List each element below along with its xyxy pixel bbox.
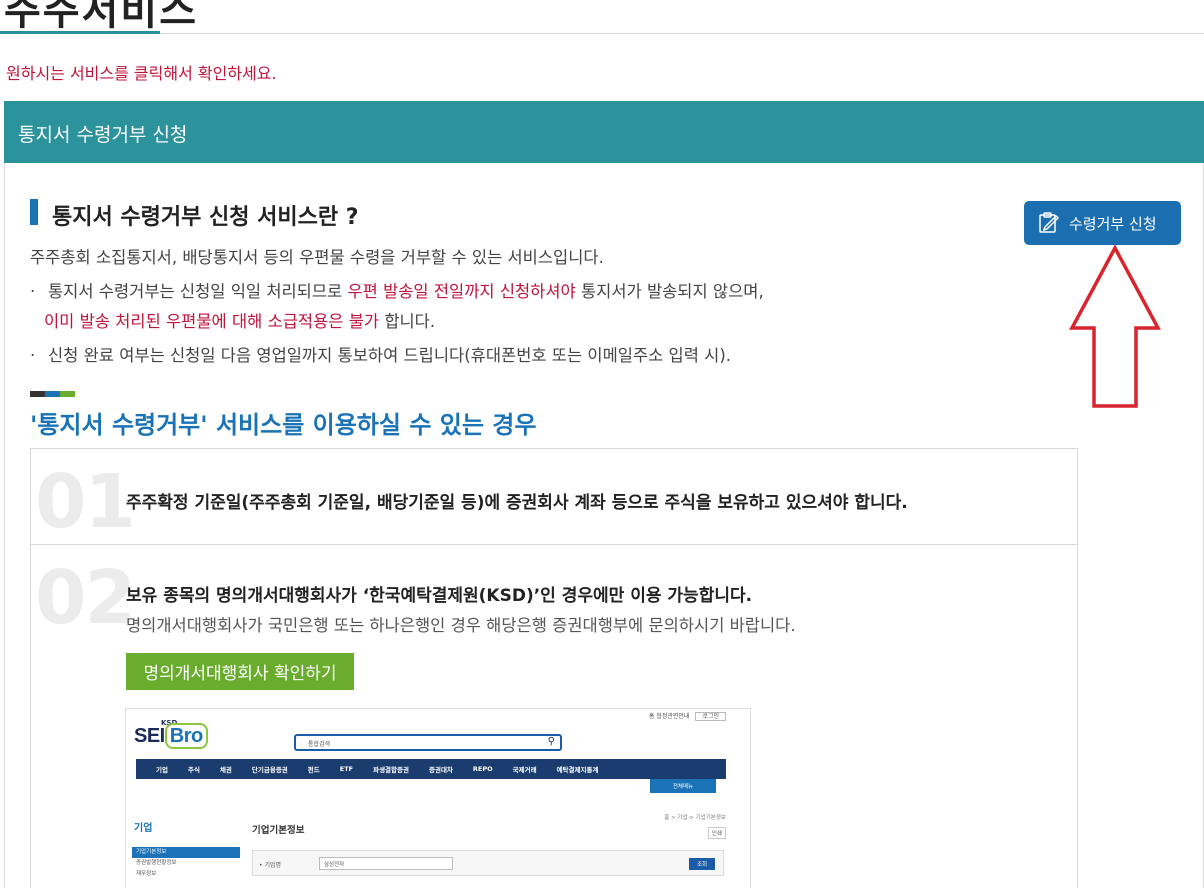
embedded-nav-item: 기업: [156, 766, 168, 774]
embedded-all-menu: 전체메뉴: [650, 779, 716, 793]
bullet-notification: · 신청 완료 여부는 신청일 다음 영업일까지 통보하여 드립니다(휴대폰번호 …: [30, 342, 731, 366]
title-divider: [0, 33, 1204, 34]
embedded-nav: 기업 주식 채권 단기금융증권 펀드 ETF 파생결합증권 증권대차 REPO 국제거래 예탁결제지…: [136, 759, 726, 779]
embedded-nav-item: 파생결합증권: [373, 766, 409, 774]
utility-links: 홈 협정관련안내 로그인: [648, 711, 726, 721]
condition-item: 01 주주확정 기준일(주주총회 기준일, 배당기준일 등)에 증권회사 계좌 …: [30, 448, 1078, 545]
embedded-print-button: 인쇄: [707, 827, 726, 839]
embedded-nav-item: ETF: [339, 765, 354, 773]
embedded-search-bar: 통합검색 ⚲: [294, 734, 562, 751]
apply-button-label: 수령거부 신청: [1069, 214, 1157, 233]
apply-refusal-button[interactable]: 수령거부 신청: [1024, 201, 1181, 245]
util-button: 로그인: [695, 712, 726, 721]
field-value: 삼성전자: [319, 857, 453, 870]
title-accent: [0, 31, 160, 34]
embedded-search-row: • 기업명 삼성전자 조회: [252, 850, 724, 876]
embedded-go-button: 조회: [689, 858, 715, 870]
bullet-processing: · 통지서 수령거부는 신청일 익일 처리되므로 우편 발송일 전일까지 신청하셔…: [30, 278, 764, 302]
bullet-text: 통지서 수령거부는 신청일 익일 처리되므로: [48, 282, 348, 301]
embedded-nav-item: REPO: [472, 765, 493, 773]
embedded-nav-item: 주식: [187, 766, 200, 774]
embedded-nav-item: 국제거래: [512, 766, 537, 774]
seibro-logo: SEI Bro: [134, 723, 208, 749]
embedded-nav-item: 단기금융증권: [251, 766, 288, 774]
condition-subtext: 명의개서대행회사가 국민은행 또는 하나은행인 경우 해당은행 증권대행부에 문…: [126, 616, 796, 635]
bullet-text: 신청 완료 여부는 신청일 다음 영업일까지 통보하여 드립니다(휴대폰번호 또…: [48, 346, 732, 365]
service-intro: 주주총회 소집통지서, 배당통지서 등의 우편물 수령을 거부할 수 있는 서비…: [30, 248, 604, 267]
logo-part: Bro: [164, 723, 208, 749]
side-item: 기업기본정보: [132, 847, 240, 858]
side-item: 재무정보: [136, 871, 157, 877]
condition-text: 보유 종목의 명의개서대행회사가 ‘한국예탁결제원(KSD)’인 경우에만 이용…: [126, 586, 753, 606]
side-item: 증권발행현황정보: [136, 860, 177, 866]
field-label: • 기업명: [259, 862, 282, 869]
service-heading: 통지서 수령거부 신청 서비스란 ?: [52, 205, 359, 230]
logo-part: SEI: [134, 725, 165, 747]
embedded-side-menu: 기업기본정보 증권발행현황정보 재무정보: [132, 847, 240, 880]
bullet-text: 합니다.: [379, 312, 436, 331]
page: 주주서비스 원하시는 서비스를 클릭해서 확인하세요. 통지서 수령거부 신청 …: [0, 0, 1204, 888]
embedded-side-title: 기업: [134, 823, 153, 834]
condition-number: 02: [35, 555, 136, 641]
util-link: 홈 협정관련안내: [648, 713, 690, 720]
clipboard-edit-icon: [1039, 212, 1060, 233]
embedded-screenshot: KSD SEI Bro 홈 협정관련안내 로그인 통합검색 ⚲ 기업 주식 채권 단기금융…: [125, 708, 751, 888]
bullet-continuation: 이미 발송 처리된 우편물에 대해 소급적용은 불가 합니다.: [44, 308, 435, 332]
instruction-text: 원하시는 서비스를 클릭해서 확인하세요.: [6, 64, 277, 83]
heading-decoration: [30, 391, 75, 397]
red-arrow-annotation: [1069, 244, 1161, 408]
bullet-dot: ·: [30, 346, 36, 365]
bullet-dot: ·: [30, 282, 36, 301]
embedded-nav-item: 채권: [219, 766, 232, 774]
bullet-highlight: 우편 발송일 전일까지 신청하셔야: [347, 282, 576, 301]
section-header[interactable]: 통지서 수령거부 신청: [4, 101, 1204, 163]
embedded-nav-item: 증권대차: [428, 766, 453, 774]
bullet-text: 통지서가 발송되지 않으며,: [575, 282, 764, 301]
conditions-heading: '통지서 수령거부' 서비스를 이용하실 수 있는 경우: [30, 411, 537, 439]
bullet-highlight: 이미 발송 처리된 우편물에 대해 소급적용은 불가: [44, 312, 380, 331]
embedded-content-title: 기업기본정보: [252, 825, 305, 836]
condition-number: 01: [35, 459, 136, 545]
magnifier-icon: ⚲: [547, 736, 555, 747]
search-label: 통합검색: [308, 741, 331, 748]
embedded-nav-item: 예탁결제지통계: [556, 766, 599, 774]
condition-text: 주주확정 기준일(주주총회 기준일, 배당기준일 등)에 증권회사 계좌 등으로…: [126, 493, 908, 513]
embedded-nav-item: 펀드: [307, 766, 320, 774]
embedded-breadcrumb: 홈 > 기업 > 기업기본정보: [664, 815, 726, 821]
check-transfer-agent-button[interactable]: 명의개서대행회사 확인하기: [126, 653, 354, 690]
